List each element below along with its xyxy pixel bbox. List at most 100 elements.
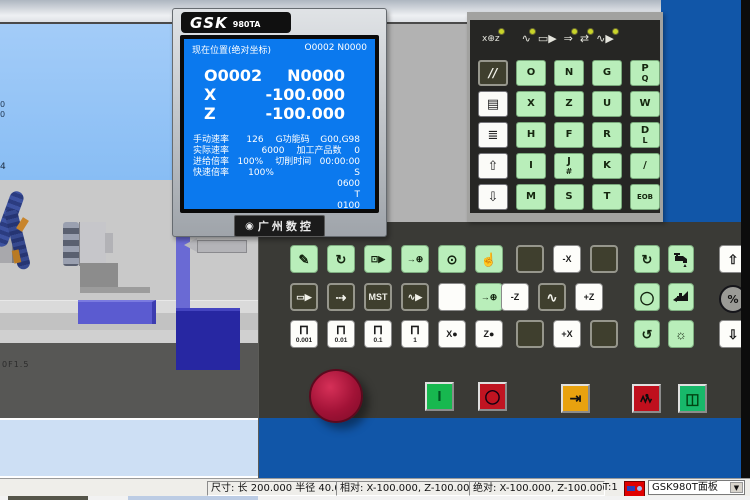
crt-info-v1: 126 [233, 135, 263, 146]
dropdown-arrow-icon[interactable]: ▼ [730, 482, 743, 493]
gsk-brand-badge: GSK 980TA [181, 12, 291, 33]
jog-minus-z-button[interactable]: -Z [501, 283, 529, 311]
coolant-button[interactable] [668, 245, 694, 273]
crt-bezel: 现在位置(绝对坐标) O0002 N0000 O0002 N0000 X -10… [180, 35, 379, 213]
key-z[interactable]: Z [554, 91, 584, 117]
crt-info-v2: 00:00:00 [320, 157, 366, 168]
key-n[interactable]: N [554, 60, 584, 86]
key-o[interactable]: O [516, 60, 546, 86]
step-01-button[interactable]: ⊓0.1 [364, 320, 392, 348]
crt-screen: 现在位置(绝对坐标) O0002 N0000 O0002 N0000 X -10… [184, 39, 375, 209]
keyboard-grid: // ONG PQ ▤ XZUW ≣ HFR DL ⇧ I J# K / ⇩ MST EOB [478, 60, 660, 210]
mdi-mode-button[interactable]: ⊡▶ [364, 245, 392, 273]
edit-mode-button[interactable]: ✎ [290, 245, 318, 273]
key-s[interactable]: S [554, 184, 584, 210]
single-block-button[interactable]: ▭▶ [290, 283, 318, 311]
tool-change-button[interactable]: ☼ [668, 320, 694, 348]
emergency-stop-button[interactable] [309, 369, 363, 423]
taskbar-segment [128, 496, 258, 500]
machine-zero-indicator: x⊕z [482, 32, 500, 46]
program-zero-button[interactable]: →⊕ [475, 283, 503, 311]
jog-minus-x-button[interactable]: -X [553, 245, 581, 273]
key-r[interactable]: R [592, 122, 622, 148]
key-slash[interactable]: / [630, 153, 660, 179]
turret-body [79, 222, 106, 266]
crt-info-l1: 进给倍率 [193, 157, 233, 168]
jog-plus-z-button[interactable]: +Z [575, 283, 603, 311]
jog-plus-x-button[interactable]: +X [553, 320, 581, 348]
key-p[interactable]: PQ [630, 60, 660, 86]
panel-type-select[interactable]: GSK980T面板 ▼ [648, 480, 745, 495]
z-zero-return-button[interactable]: Z● [475, 320, 503, 348]
blank-key[interactable] [438, 283, 466, 311]
spindle-stop-button[interactable]: ◯ [634, 283, 660, 311]
turret-nose [105, 233, 113, 253]
machine-zero-mode-button[interactable]: →⊕ [401, 245, 429, 273]
key-m[interactable]: M [516, 184, 546, 210]
key-d[interactable]: DL [630, 122, 660, 148]
manufacturer-logo-icon: ◉ [245, 221, 254, 232]
key-h[interactable]: H [516, 122, 546, 148]
blank-key[interactable] [516, 320, 544, 348]
cycle-start-button[interactable]: ◫ [678, 384, 707, 413]
taskbar-edge [0, 496, 750, 500]
spindle-ccw-button[interactable]: ↺ [634, 320, 660, 348]
crt-display-window: GSK 980TA 现在位置(绝对坐标) O0002 N0000 O0002 N… [172, 8, 387, 237]
mdi-keyboard-panel: x⊕z∿▭▶⇒⇄∿▶ //ONGPQ▤XZUW≣HFRDL⇧IJ#K/⇩MSTE… [467, 12, 663, 222]
crt-info-l1: 快速倍率 [193, 168, 239, 209]
absolute-position-readout: 绝对: X-100.000, Z-100.000 [469, 481, 605, 496]
key-x[interactable]: X [516, 91, 546, 117]
key-t[interactable]: T [592, 184, 622, 210]
spindle-cw-button[interactable]: ↻ [634, 245, 660, 273]
panel-group: ▭▶ ⇢ MST ∿▶ →⊕ [290, 283, 503, 311]
panel-row: ✎↻⊡▶→⊕⊙☝-X↻⇧ [290, 245, 750, 273]
crt-info-v2: 0 [354, 146, 366, 157]
power-on-button[interactable]: I [425, 382, 454, 411]
power-off-button[interactable]: ◯ [478, 382, 507, 411]
panel-group: -Z ∿ +Z [501, 283, 603, 311]
feed-hold-button[interactable]: ⇥ [561, 384, 590, 413]
key-i[interactable]: I [516, 153, 546, 179]
key-k[interactable]: K [592, 153, 622, 179]
crt-info-l1: 实际速率 [193, 146, 245, 157]
x-zero-return-button[interactable]: X● [438, 320, 466, 348]
step-mode-button[interactable]: ⊙ [438, 245, 466, 273]
key-g[interactable]: G [592, 60, 622, 86]
blank-key[interactable] [590, 245, 618, 273]
x-axis-row: X -100.000 [184, 85, 375, 104]
z-axis-row: Z -100.000 [184, 104, 375, 123]
key-f[interactable]: F [554, 122, 584, 148]
page-up-key[interactable]: ▤ [478, 91, 508, 117]
skip-indicator: ⇒ [564, 32, 573, 46]
panel-group: -X [516, 245, 618, 273]
cycle-stop-button[interactable] [632, 384, 661, 413]
key-eob[interactable]: EOB [630, 184, 660, 210]
cursor-down-key[interactable]: ⇩ [478, 184, 508, 210]
step-0001-button[interactable]: ⊓0.001 [290, 320, 318, 348]
blank-key[interactable] [590, 320, 618, 348]
manual-mode-button[interactable]: ☝ [475, 245, 503, 273]
machine-label: 4 [0, 162, 6, 172]
step-001-button[interactable]: ⊓0.01 [327, 320, 355, 348]
dry-run-button[interactable]: ∿▶ [401, 283, 429, 311]
block-skip-button[interactable]: ⇢ [327, 283, 355, 311]
mst-lock-button[interactable]: MST [364, 283, 392, 311]
rapid-traverse-button[interactable]: ∿ [538, 283, 566, 311]
key-u[interactable]: U [592, 91, 622, 117]
crt-info-l2 [286, 168, 337, 209]
tool-icon [624, 481, 645, 497]
key-w[interactable]: W [630, 91, 660, 117]
page-down-key[interactable]: ≣ [478, 122, 508, 148]
lubricant-button[interactable] [668, 283, 694, 311]
gsk-model-label: 980TA [233, 20, 261, 29]
panel-type-value: GSK980T面板 [652, 482, 718, 493]
cursor-up-key[interactable]: ⇧ [478, 153, 508, 179]
reset-key[interactable]: // [478, 60, 508, 86]
blank-key[interactable] [516, 245, 544, 273]
panel-group: ✎ ↻ ⊡▶ →⊕ ⊙ ☝ [290, 245, 503, 273]
step-1-button[interactable]: ⊓1 [401, 320, 429, 348]
key-j[interactable]: J# [554, 153, 584, 179]
panel-group: ↻ [634, 245, 694, 273]
panel-blue-strip [259, 418, 750, 478]
auto-mode-button[interactable]: ↻ [327, 245, 355, 273]
